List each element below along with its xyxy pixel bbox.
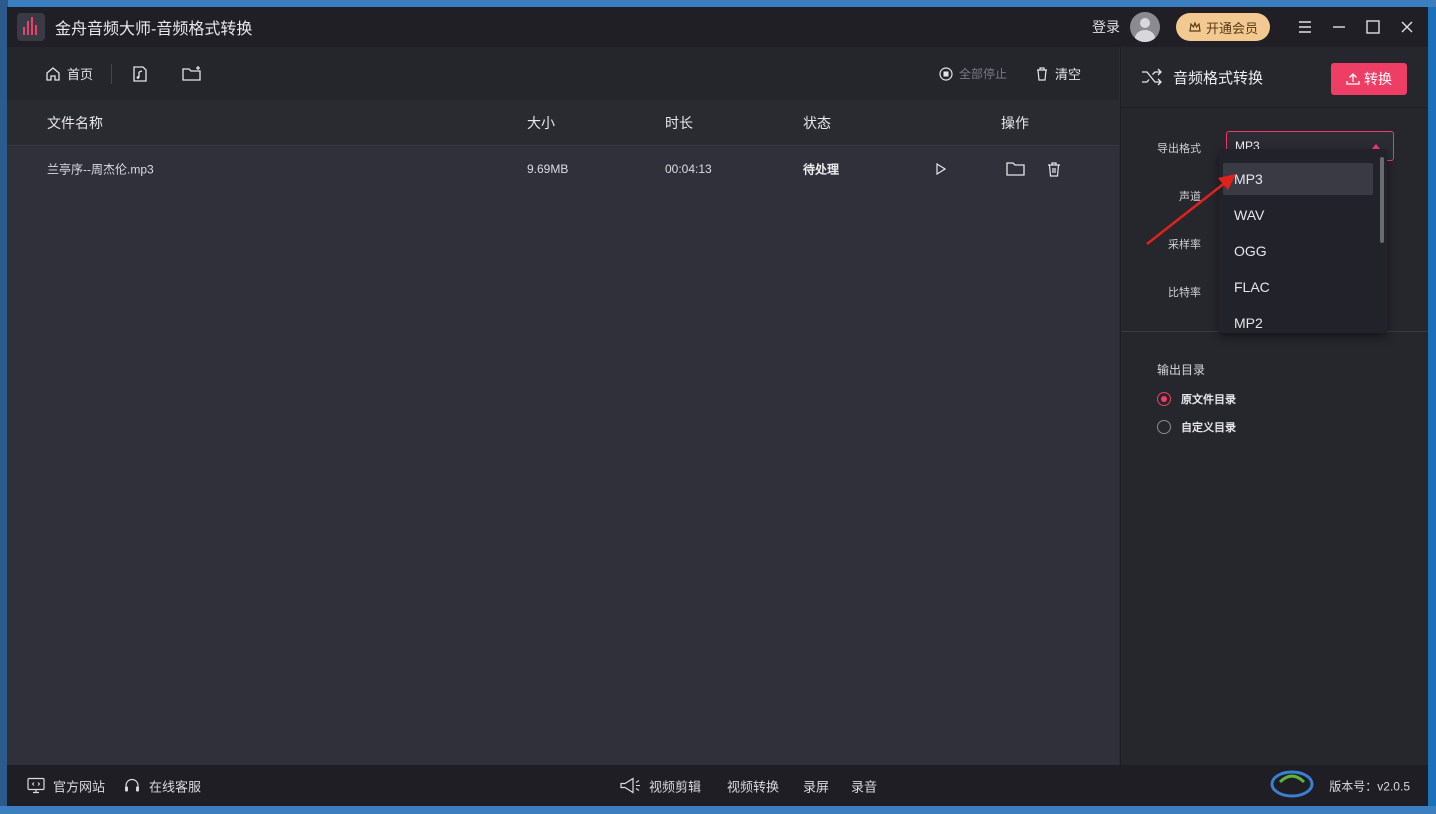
menu-icon[interactable] xyxy=(1290,12,1320,42)
radio-checked-icon xyxy=(1157,392,1171,406)
file-table-header: 文件名称 大小 时长 状态 操作 xyxy=(7,100,1119,146)
app-window: 金舟音频大师-音频格式转换 登录 开通会员 首页 全部停止 清空 文件名称 大小… xyxy=(7,7,1428,806)
audio-record-link[interactable]: 录音 xyxy=(851,776,877,795)
output-dir-label: 输出目录 xyxy=(1157,363,1206,377)
clear-label: 清空 xyxy=(1054,67,1081,82)
radio-original-label: 原文件目录 xyxy=(1181,394,1236,406)
format-dropdown: MP3 WAV OGG FLAC MP2 xyxy=(1219,149,1387,333)
format-option-mp3[interactable]: MP3 xyxy=(1223,163,1373,195)
vip-button[interactable]: 开通会员 xyxy=(1175,13,1270,41)
format-option-mp2[interactable]: MP2 xyxy=(1223,307,1373,339)
close-icon[interactable] xyxy=(1392,12,1422,42)
channel-label: 声道 xyxy=(1179,191,1201,203)
format-option-flac[interactable]: FLAC xyxy=(1223,271,1373,303)
radio-unchecked-icon xyxy=(1157,420,1171,434)
file-size: 9.69MB xyxy=(527,162,569,176)
window-title: 金舟音频大师-音频格式转换 xyxy=(55,21,253,38)
home-label: 首页 xyxy=(67,67,94,82)
desktop-background-bottom xyxy=(0,806,1436,814)
header-size: 大小 xyxy=(527,114,555,131)
video-edit-label: 视频剪辑 xyxy=(649,779,702,794)
stop-circle-icon xyxy=(939,66,953,81)
crown-icon xyxy=(1189,21,1201,32)
headset-icon xyxy=(125,778,139,792)
main-toolbar: 首页 全部停止 清空 xyxy=(7,47,1119,100)
monitor-icon xyxy=(27,777,45,794)
delete-icon[interactable] xyxy=(1043,158,1065,180)
video-convert-link[interactable]: 视频转换 xyxy=(727,776,779,795)
header-filename: 文件名称 xyxy=(47,114,103,131)
file-duration: 00:04:13 xyxy=(665,162,712,176)
shuffle-icon xyxy=(1141,66,1163,88)
stop-all-label: 全部停止 xyxy=(958,67,1007,81)
clear-button[interactable]: 清空 xyxy=(1035,64,1081,83)
add-folder-icon[interactable] xyxy=(180,62,204,86)
trash-icon xyxy=(1036,66,1047,81)
add-music-file-icon[interactable] xyxy=(128,62,152,86)
minimize-icon[interactable] xyxy=(1324,12,1354,42)
website-label: 官方网站 xyxy=(53,779,106,794)
table-row[interactable]: 兰亭序--周杰伦.mp3 9.69MB 00:04:13 待处理 xyxy=(7,147,1119,191)
avatar[interactable] xyxy=(1129,12,1160,42)
file-list: 兰亭序--周杰伦.mp3 9.69MB 00:04:13 待处理 xyxy=(7,147,1119,765)
service-link[interactable]: 在线客服 xyxy=(123,776,201,795)
footer-bar: 官方网站 在线客服 视频剪辑 视频转换 录屏 录音 版本号：v2.0.5 xyxy=(7,765,1428,806)
format-label: 导出格式 xyxy=(1157,143,1201,155)
toolbar-divider xyxy=(111,63,113,84)
format-option-ogg[interactable]: OGG xyxy=(1223,235,1373,267)
desktop-background-top xyxy=(0,0,1436,7)
dropdown-scrollbar[interactable] xyxy=(1380,157,1384,243)
header-actions: 操作 xyxy=(1001,114,1029,131)
file-status: 待处理 xyxy=(803,162,840,177)
radio-original-dir[interactable]: 原文件目录 xyxy=(1157,391,1236,407)
app-logo-icon xyxy=(17,13,45,41)
file-name: 兰亭序--周杰伦.mp3 xyxy=(47,162,154,177)
play-icon[interactable] xyxy=(930,158,952,180)
megaphone-icon xyxy=(620,777,640,794)
service-label: 在线客服 xyxy=(149,779,202,794)
open-folder-icon[interactable] xyxy=(1005,158,1027,180)
login-link[interactable]: 登录 xyxy=(1092,17,1120,37)
radio-custom-dir[interactable]: 自定义目录 xyxy=(1157,419,1236,435)
maximize-icon[interactable] xyxy=(1358,12,1388,42)
watermark-logo xyxy=(1270,770,1314,798)
radio-custom-label: 自定义目录 xyxy=(1181,422,1236,434)
format-option-wav[interactable]: WAV xyxy=(1223,199,1373,231)
convert-button[interactable]: 转换 xyxy=(1331,63,1407,95)
sample-rate-label: 采样率 xyxy=(1168,239,1201,251)
header-status: 状态 xyxy=(803,114,831,131)
website-link[interactable]: 官方网站 xyxy=(27,776,105,795)
convert-label: 转换 xyxy=(1364,71,1392,87)
vip-label: 开通会员 xyxy=(1205,20,1258,36)
bitrate-label: 比特率 xyxy=(1168,287,1201,299)
panel-divider xyxy=(1121,107,1428,108)
stop-all-button[interactable]: 全部停止 xyxy=(939,65,1007,82)
video-edit-link[interactable]: 视频剪辑 xyxy=(619,776,701,795)
home-icon xyxy=(46,66,60,81)
header-duration: 时长 xyxy=(665,114,693,131)
screen-record-link[interactable]: 录屏 xyxy=(803,776,829,795)
upload-icon xyxy=(1346,73,1360,85)
panel-title: 音频格式转换 xyxy=(1173,69,1264,87)
home-button[interactable]: 首页 xyxy=(45,64,93,83)
title-bar: 金舟音频大师-音频格式转换 登录 开通会员 xyxy=(7,7,1428,47)
